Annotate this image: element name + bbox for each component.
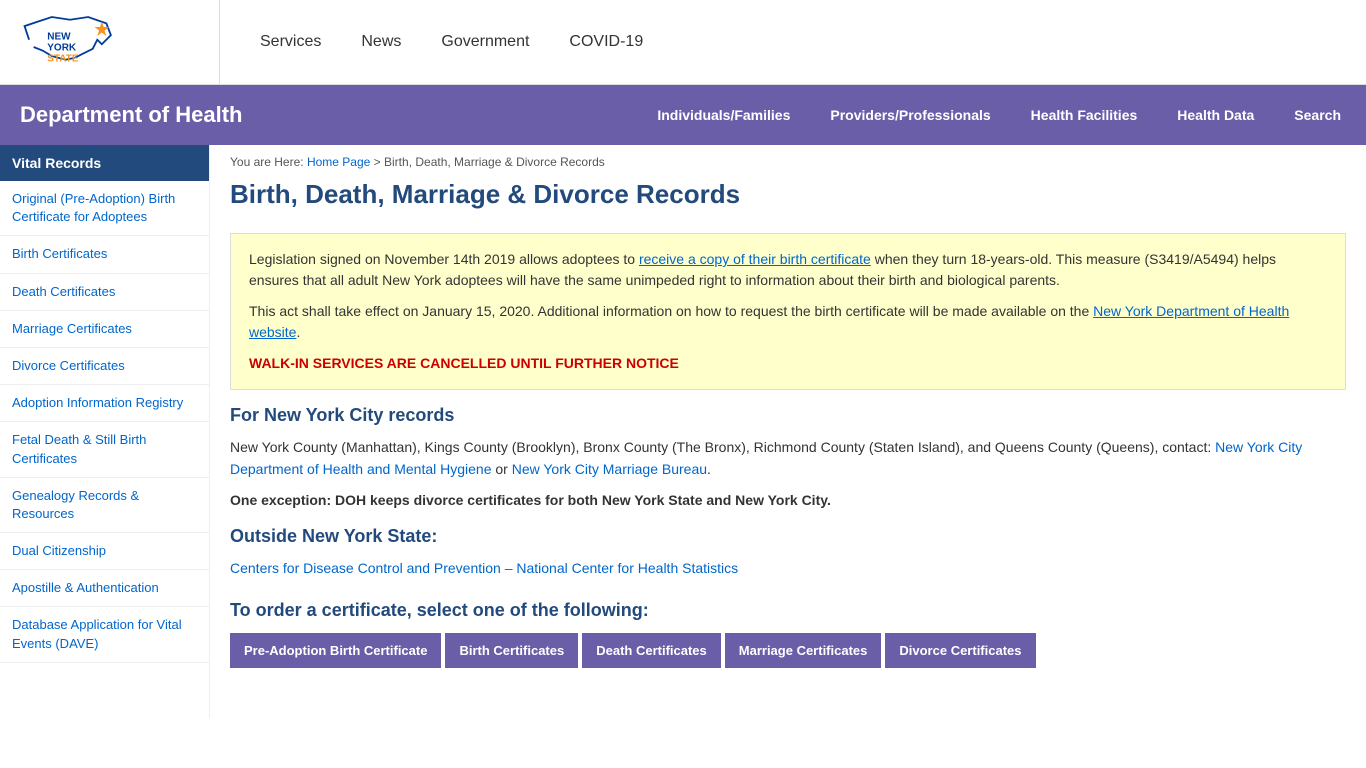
outside-ny-text: Centers for Disease Control and Preventi…: [230, 557, 1346, 579]
sidebar-item-adoption-registry[interactable]: Adoption Information Registry: [0, 385, 209, 422]
svg-text:STATE: STATE: [47, 54, 79, 65]
ny-logo-svg: NEW YORK STATE: [20, 12, 120, 72]
outside-ny-section: Outside New York State: Centers for Dise…: [230, 526, 1346, 579]
sidebar-item-fetal-death[interactable]: Fetal Death & Still Birth Certificates: [0, 422, 209, 477]
sidebar-item-apostille[interactable]: Apostille & Authentication: [0, 570, 209, 607]
services-link[interactable]: Services: [260, 33, 321, 51]
page-layout: Vital Records Original (Pre-Adoption) Bi…: [0, 145, 1366, 718]
breadcrumb: You are Here: Home Page > Birth, Death, …: [230, 155, 1346, 169]
divorce-cert-link[interactable]: Divorce Certificates: [0, 348, 209, 384]
btn-marriage-cert[interactable]: Marriage Certificates: [725, 633, 882, 668]
btn-divorce-cert[interactable]: Divorce Certificates: [885, 633, 1035, 668]
info-para-2-end: .: [296, 324, 300, 340]
nyc-section: For New York City records New York Count…: [230, 405, 1346, 511]
info-para-1: Legislation signed on November 14th 2019…: [249, 249, 1327, 291]
search-link[interactable]: Search: [1289, 89, 1346, 141]
sidebar-item-divorce-cert[interactable]: Divorce Certificates: [0, 348, 209, 385]
logo-area: NEW YORK STATE: [20, 0, 220, 84]
sidebar-item-death-cert[interactable]: Death Certificates: [0, 274, 209, 311]
sidebar-item-genealogy[interactable]: Genealogy Records & Resources: [0, 478, 209, 533]
sidebar-item-dave[interactable]: Database Application for Vital Events (D…: [0, 607, 209, 662]
walk-in-notice: WALK-IN SERVICES ARE CANCELLED UNTIL FUR…: [249, 353, 1327, 374]
info-para-2: This act shall take effect on January 15…: [249, 301, 1327, 343]
breadcrumb-current: Birth, Death, Marriage & Divorce Records: [384, 155, 605, 169]
top-nav-links: Services News Government COVID-19: [220, 33, 643, 51]
cert-buttons: Pre-Adoption Birth Certificate Birth Cer…: [230, 633, 1346, 668]
sidebar-item-dual-citizenship[interactable]: Dual Citizenship: [0, 533, 209, 570]
top-navigation: NEW YORK STATE Services News Government …: [0, 0, 1366, 85]
nyc-marriage-bureau-link[interactable]: New York City Marriage Bureau: [512, 461, 707, 477]
health-facilities-link[interactable]: Health Facilities: [1026, 89, 1143, 141]
individuals-families-link[interactable]: Individuals/Families: [652, 89, 795, 141]
btn-pre-adoption-cert[interactable]: Pre-Adoption Birth Certificate: [230, 633, 441, 668]
sidebar: Vital Records Original (Pre-Adoption) Bi…: [0, 145, 210, 718]
breadcrumb-separator: >: [374, 155, 384, 169]
btn-birth-cert[interactable]: Birth Certificates: [445, 633, 578, 668]
dept-header: Department of Health Individuals/Familie…: [0, 85, 1366, 145]
sidebar-item-birth-cert[interactable]: Birth Certificates: [0, 236, 209, 273]
adoption-registry-link[interactable]: Adoption Information Registry: [0, 385, 209, 421]
government-link[interactable]: Government: [441, 33, 529, 51]
outside-ny-heading: Outside New York State:: [230, 526, 1346, 547]
covid19-link[interactable]: COVID-19: [569, 33, 643, 51]
birth-cert-link[interactable]: Birth Certificates: [0, 236, 209, 272]
nyc-text-end: .: [707, 461, 711, 477]
news-link[interactable]: News: [361, 33, 401, 51]
cdc-nchs-link[interactable]: Centers for Disease Control and Preventi…: [230, 560, 738, 576]
death-cert-link[interactable]: Death Certificates: [0, 274, 209, 310]
providers-professionals-link[interactable]: Providers/Professionals: [825, 89, 995, 141]
marriage-cert-link[interactable]: Marriage Certificates: [0, 311, 209, 347]
birth-cert-copy-link[interactable]: receive a copy of their birth certificat…: [639, 251, 871, 267]
nyc-exception-text: One exception: DOH keeps divorce certifi…: [230, 489, 1346, 511]
cert-order-section: To order a certificate, select one of th…: [230, 600, 1346, 668]
btn-death-cert[interactable]: Death Certificates: [582, 633, 721, 668]
info-para-1-start: Legislation signed on November 14th 2019…: [249, 251, 639, 267]
sidebar-item-pre-adoption[interactable]: Original (Pre-Adoption) Birth Certificat…: [0, 181, 209, 236]
genealogy-link[interactable]: Genealogy Records & Resources: [0, 478, 209, 532]
dept-title: Department of Health: [20, 102, 300, 128]
ny-state-logo: NEW YORK STATE: [20, 12, 120, 72]
dept-nav: Individuals/Families Providers/Professio…: [300, 89, 1346, 141]
dave-link[interactable]: Database Application for Vital Events (D…: [0, 607, 209, 661]
svg-text:NEW: NEW: [47, 32, 71, 43]
info-box: Legislation signed on November 14th 2019…: [230, 233, 1346, 390]
sidebar-heading: Vital Records: [0, 145, 209, 181]
breadcrumb-prefix: You are Here:: [230, 155, 307, 169]
main-content: You are Here: Home Page > Birth, Death, …: [210, 145, 1366, 718]
dual-citizenship-link[interactable]: Dual Citizenship: [0, 533, 209, 569]
apostille-link[interactable]: Apostille & Authentication: [0, 570, 209, 606]
info-para-2-start: This act shall take effect on January 15…: [249, 303, 1093, 319]
nyc-text-mid: or: [491, 461, 511, 477]
page-title: Birth, Death, Marriage & Divorce Records: [230, 179, 1346, 218]
breadcrumb-home[interactable]: Home Page: [307, 155, 370, 169]
nyc-text-start: New York County (Manhattan), Kings Count…: [230, 439, 1215, 455]
nyc-section-heading: For New York City records: [230, 405, 1346, 426]
svg-text:YORK: YORK: [47, 43, 77, 54]
fetal-death-link[interactable]: Fetal Death & Still Birth Certificates: [0, 422, 209, 476]
sidebar-item-marriage-cert[interactable]: Marriage Certificates: [0, 311, 209, 348]
nyc-section-text: New York County (Manhattan), Kings Count…: [230, 436, 1346, 481]
pre-adoption-link[interactable]: Original (Pre-Adoption) Birth Certificat…: [0, 181, 209, 235]
health-data-link[interactable]: Health Data: [1172, 89, 1259, 141]
cert-order-heading: To order a certificate, select one of th…: [230, 600, 1346, 621]
